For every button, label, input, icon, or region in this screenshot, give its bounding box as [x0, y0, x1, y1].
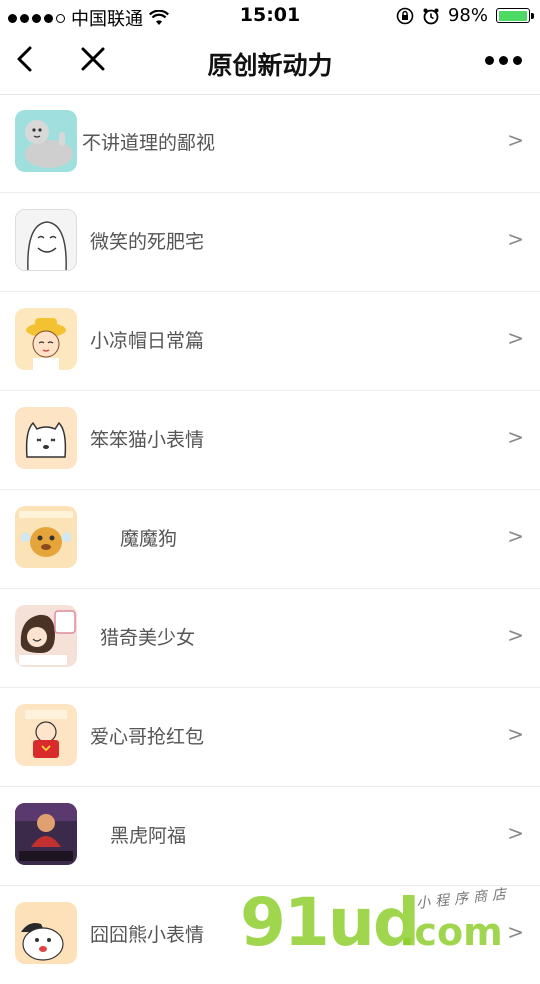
sticker-pack-name: 囧囧熊小表情 [90, 924, 205, 946]
more-icon[interactable] [485, 56, 522, 65]
page-title: 原创新动力 [207, 51, 333, 80]
sticker-thumbnail [15, 902, 77, 964]
list-item[interactable]: 爱心哥抢红包 > [0, 688, 540, 787]
chevron-right-icon: > [507, 722, 524, 746]
sticker-thumbnail [15, 704, 77, 766]
chevron-right-icon: > [507, 425, 524, 449]
sticker-thumbnail [15, 506, 77, 568]
sticker-pack-name: 黑虎阿福 [110, 825, 187, 847]
sticker-pack-name: 猎奇美少女 [100, 627, 196, 649]
sticker-thumbnail [15, 308, 77, 370]
sticker-thumbnail [15, 209, 77, 271]
sticker-pack-name: 笨笨猫小表情 [90, 429, 205, 451]
sticker-thumbnail [15, 407, 77, 469]
list-item[interactable]: 笨笨猫小表情 > [0, 391, 540, 490]
status-right: 98% [396, 5, 534, 26]
chevron-right-icon: > [507, 821, 524, 845]
battery-level [498, 10, 527, 21]
list-item[interactable]: 魔魔狗 > [0, 490, 540, 589]
orientation-lock-icon [396, 7, 414, 24]
site-watermark: 91ud .com 小程序商店 [240, 886, 540, 960]
list-item[interactable]: 黑虎阿福 > [0, 787, 540, 886]
sticker-pack-name: 爱心哥抢红包 [90, 726, 205, 748]
chevron-right-icon: > [507, 524, 524, 548]
list-item[interactable]: 小凉帽日常篇 > [0, 292, 540, 391]
list-item[interactable]: 微笑的死肥宅 > [0, 193, 540, 292]
sticker-pack-name: 小凉帽日常篇 [90, 330, 205, 352]
chevron-right-icon: > [507, 128, 524, 152]
sticker-pack-name: 不讲道理的鄙视 [82, 132, 216, 154]
list-item[interactable]: 猎奇美少女 > [0, 589, 540, 688]
watermark-brand: 91ud [240, 884, 420, 961]
sticker-pack-name: 魔魔狗 [120, 528, 178, 550]
sticker-pack-name: 微笑的死肥宅 [90, 231, 205, 253]
sticker-thumbnail [15, 110, 77, 172]
sticker-thumbnail [15, 803, 77, 865]
list-item[interactable]: 不讲道理的鄙视 > [0, 94, 540, 193]
watermark-domain: .com [400, 910, 503, 954]
nav-bar: 原创新动力 [0, 32, 540, 95]
chevron-right-icon: > [507, 326, 524, 350]
chevron-right-icon: > [507, 623, 524, 647]
sticker-pack-list: 不讲道理的鄙视 > 微笑的死肥宅 > 小凉帽日常篇 > 笨笨猫小表情 > 魔魔狗… [0, 94, 540, 984]
battery-percent: 98% [447, 5, 488, 26]
watermark-tagline: 小程序商店 [415, 886, 512, 912]
status-bar: 中国联通 15:01 98% [0, 0, 540, 32]
battery-icon [496, 8, 534, 23]
sticker-thumbnail [15, 605, 77, 667]
chevron-right-icon: > [507, 227, 524, 251]
alarm-icon [423, 8, 439, 24]
